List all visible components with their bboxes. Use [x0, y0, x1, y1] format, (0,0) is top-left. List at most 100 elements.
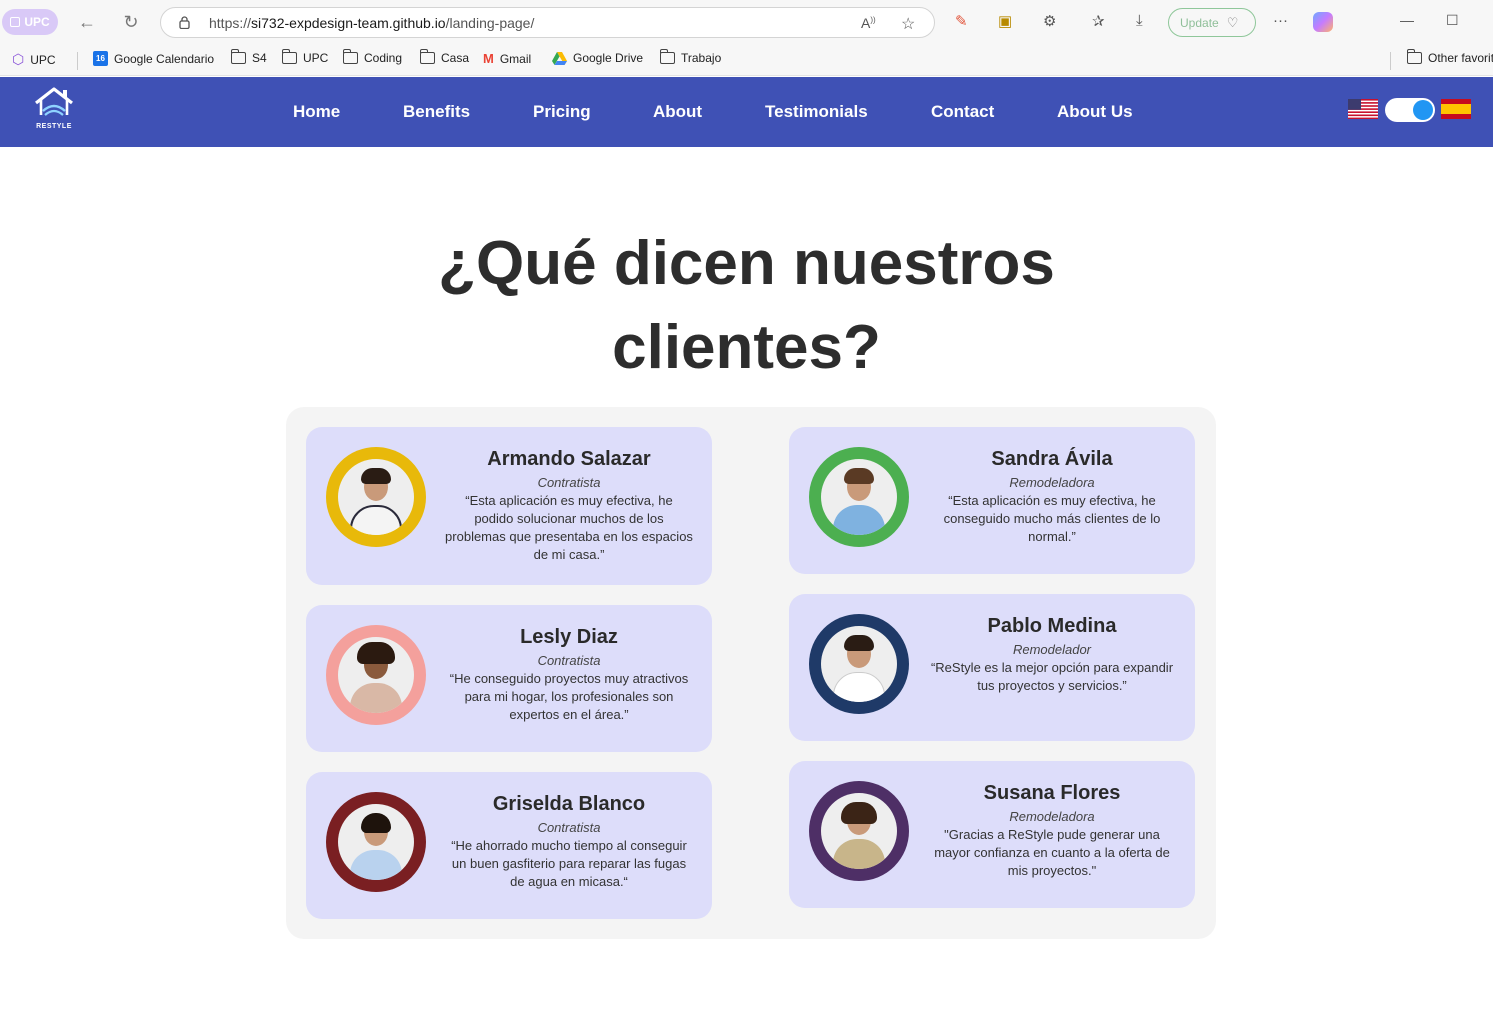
bookmark-label: UPC [303, 51, 329, 65]
testimonial-card: Lesly Diaz Contratista “He conseguido pr… [306, 605, 712, 752]
section-title: ¿Qué dicen nuestros clientes? [0, 222, 1493, 390]
avatar-photo [821, 459, 897, 535]
section-title-line1: ¿Qué dicen nuestros [438, 229, 1055, 298]
more-menu-icon[interactable]: ··· [1273, 12, 1288, 29]
other-favorites[interactable]: Other favorit [1407, 49, 1493, 65]
extension-icon[interactable]: ▣ [998, 12, 1012, 30]
testimonial-card: Armando Salazar Contratista “Esta aplica… [306, 427, 712, 585]
bookmark-folder-casa[interactable]: Casa [420, 49, 470, 65]
avatar [326, 447, 426, 547]
spain-flag-icon[interactable] [1441, 99, 1471, 119]
testimonial-role: Remodelador [1012, 642, 1092, 657]
favorites-icon[interactable]: ✰ [1092, 12, 1105, 30]
pen-extension-icon[interactable]: ✎ [955, 12, 968, 30]
testimonial-role: Contratista [537, 820, 601, 835]
extensions-puzzle-icon[interactable]: ⚙ [1043, 12, 1056, 30]
nav-about[interactable]: About [653, 102, 702, 122]
testimonial-quote: “Esta aplicación es muy efectiva, he pod… [445, 493, 693, 562]
bookmark-label: S4 [252, 51, 267, 65]
avatar [326, 792, 426, 892]
nav-benefits[interactable]: Benefits [403, 102, 470, 122]
testimonial-name: Pablo Medina [987, 615, 1117, 637]
testimonial-quote: “He conseguido proyectos muy atractivos … [449, 671, 689, 722]
restyle-logo[interactable]: RESTYLE [32, 85, 76, 137]
workspace-icon: ⬡ [12, 51, 25, 67]
nav-about-us[interactable]: About Us [1057, 102, 1133, 122]
bookmark-folder-s4[interactable]: S4 [231, 49, 267, 65]
copilot-icon[interactable] [1313, 12, 1333, 32]
bookmark-folder-coding[interactable]: Coding [343, 49, 403, 65]
bookmark-label: Coding [364, 51, 403, 65]
site-navbar: RESTYLE Home Benefits Pricing About Test… [0, 77, 1493, 147]
folder-icon [343, 49, 358, 64]
house-logo-icon [35, 87, 73, 116]
url-prefix: https:// [209, 15, 252, 31]
testimonial-content: Sandra Ávila Remodeladora “Esta aplicaci… [927, 447, 1177, 546]
refresh-icon[interactable]: ↻ [120, 11, 142, 33]
nav-testimonials[interactable]: Testimonials [765, 102, 868, 122]
nav-contact[interactable]: Contact [931, 102, 994, 122]
testimonial-quote: “He ahorrado mucho tiempo al conseguir u… [451, 838, 687, 889]
bookmarks-bar: ⬡ UPC 16 Google Calendario S4 UPC Coding… [0, 44, 1493, 76]
update-button[interactable]: Update ♡ [1168, 8, 1256, 37]
google-drive-icon [552, 51, 567, 65]
profile-button[interactable]: UPC [2, 9, 58, 35]
bookmark-label: UPC [30, 52, 56, 67]
avatar-photo [338, 459, 414, 535]
testimonial-role: Contratista [537, 475, 601, 490]
bookmark-folder-upc[interactable]: UPC [282, 49, 329, 65]
avatar-photo [338, 804, 414, 880]
url-host: si732-expdesign-team.github.io [251, 15, 446, 31]
testimonial-content: Lesly Diaz Contratista “He conseguido pr… [444, 625, 694, 724]
us-flag-icon[interactable] [1348, 99, 1378, 119]
testimonial-quote: "Gracias a ReStyle pude generar una mayo… [934, 827, 1170, 878]
bookmarks-divider [77, 52, 78, 70]
avatar-photo [821, 626, 897, 702]
nav-pricing[interactable]: Pricing [533, 102, 591, 122]
testimonial-content: Susana Flores Remodeladora "Gracias a Re… [927, 781, 1177, 880]
testimonial-content: Griselda Blanco Contratista “He ahorrado… [444, 792, 694, 891]
avatar [809, 614, 909, 714]
testimonial-quote: “Esta aplicación es muy efectiva, he con… [943, 493, 1161, 544]
testimonials-panel: Armando Salazar Contratista “Esta aplica… [286, 407, 1216, 939]
url-path: /landing-page/ [445, 15, 535, 31]
minimize-icon[interactable]: — [1400, 12, 1414, 28]
avatar-photo [821, 793, 897, 869]
testimonial-role: Remodeladora [1009, 475, 1095, 490]
read-aloud-icon[interactable]: A)) [861, 15, 876, 31]
folder-icon [1407, 49, 1422, 64]
bookmark-google-drive[interactable]: Google Drive [552, 51, 643, 65]
testimonial-role: Contratista [537, 653, 601, 668]
bookmark-upc[interactable]: ⬡ UPC [12, 51, 56, 68]
url-text: https://si732-expdesign-team.github.io/l… [209, 15, 534, 31]
testimonial-card: Griselda Blanco Contratista “He ahorrado… [306, 772, 712, 919]
profile-label: UPC [24, 15, 50, 29]
testimonial-name: Susana Flores [983, 782, 1121, 804]
testimonial-name: Lesly Diaz [520, 626, 618, 648]
workspace-icon [10, 17, 21, 27]
bookmark-gmail[interactable]: M Gmail [483, 51, 531, 66]
other-favorites-label: Other favorit [1428, 51, 1493, 65]
bookmark-google-calendario[interactable]: 16 Google Calendario [93, 51, 214, 66]
gmail-icon: M [483, 51, 494, 66]
testimonial-card: Susana Flores Remodeladora "Gracias a Re… [789, 761, 1195, 908]
bookmark-folder-trabajo[interactable]: Trabajo [660, 49, 722, 65]
maximize-icon[interactable]: ☐ [1446, 12, 1459, 29]
testimonial-content: Armando Salazar Contratista “Esta aplica… [444, 447, 694, 564]
language-toggle[interactable] [1385, 98, 1435, 122]
testimonial-role: Remodeladora [1009, 809, 1095, 824]
heartbeat-icon: ♡ [1226, 14, 1239, 30]
calendar-icon: 16 [93, 51, 108, 66]
address-bar[interactable]: https://si732-expdesign-team.github.io/l… [160, 7, 935, 38]
bookmark-label: Trabajo [681, 51, 722, 65]
nav-home[interactable]: Home [293, 102, 340, 122]
lock-icon [179, 16, 190, 29]
favorite-star-icon[interactable]: ☆ [901, 14, 915, 34]
testimonial-quote: “ReStyle es la mejor opción para expandi… [930, 660, 1174, 693]
testimonial-name: Sandra Ávila [991, 448, 1113, 470]
back-arrow-icon[interactable]: ← [76, 11, 98, 33]
bookmark-label: Casa [441, 51, 470, 65]
downloads-icon[interactable]: ⤓ [1136, 12, 1143, 29]
folder-icon [660, 49, 675, 64]
logo-text: RESTYLE [36, 123, 72, 130]
